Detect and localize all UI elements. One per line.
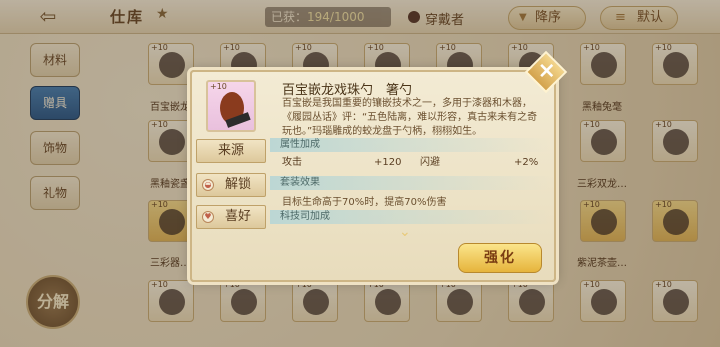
set-effect-text: 目标生命高于70%时，提高70%伤害 (282, 197, 447, 208)
item-description: 百宝嵌是我国重要的镶嵌技术之一，多用于漆器和木器，《履园丛话》评：“五色陆离，难… (282, 98, 538, 137)
source-button[interactable]: 来源 (196, 139, 266, 163)
unlock-button[interactable]: ◒ 解锁 (196, 173, 266, 197)
chevron-down-icon[interactable]: ⌄ (399, 224, 411, 240)
source-label: 来源 (217, 143, 244, 158)
unlock-label: 解锁 (224, 177, 251, 192)
item-portrait: +10 (206, 80, 256, 132)
heart-icon: ♥ (202, 211, 214, 223)
stat-row: 攻击 +120 闪避 +2% (270, 155, 546, 171)
set-effect-header: 套装效果 (270, 176, 550, 190)
favorite-label: 喜好 (224, 209, 251, 224)
item-title: 百宝嵌龙戏珠勺 箸勺 (282, 83, 413, 98)
favorite-button[interactable]: ♥ 喜好 (196, 205, 266, 229)
atk-label: 攻击 (282, 157, 302, 168)
bowl-icon: ◒ (202, 179, 214, 191)
attr-bonus-header: 属性加成 (270, 138, 550, 152)
upgrade-button[interactable]: 强化 (458, 243, 542, 273)
dodge-value: +2% (514, 157, 539, 168)
tech-bonus-header: 科技司加成 (270, 210, 550, 224)
atk-value: +120 (374, 157, 402, 168)
item-level: +10 (210, 82, 227, 91)
dodge-label: 闪避 (420, 157, 440, 168)
